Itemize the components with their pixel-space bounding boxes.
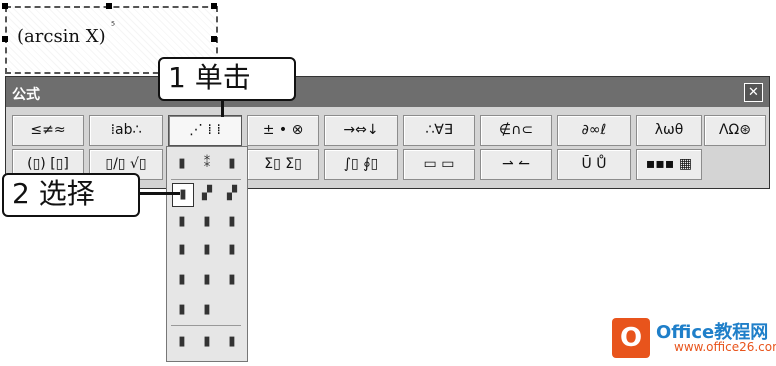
palette-item[interactable]: ▮: [222, 239, 242, 261]
office-logo-icon: O: [612, 318, 650, 358]
watermark-url: www.office26.com: [674, 340, 776, 354]
greek-uppercase-button[interactable]: ΛΩ⊛: [704, 115, 766, 146]
toolbar-title: 公式: [12, 87, 40, 103]
step2-callout: 2 选择: [2, 173, 140, 217]
operator-symbols-button[interactable]: ± • ⊗: [247, 115, 319, 146]
palette-item[interactable]: ▮: [172, 331, 192, 353]
equation-caret: ⁵: [111, 21, 116, 32]
palette-item[interactable]: ▞: [197, 183, 217, 205]
arrow-symbols-button[interactable]: →⇔↓: [324, 115, 398, 146]
labeled-arrow-button[interactable]: ⇀ ↼: [480, 149, 552, 180]
palette-item[interactable]: ▮: [172, 153, 192, 175]
palette-item[interactable]: ▮: [222, 269, 242, 291]
palette-divider: [171, 325, 241, 326]
palette-item[interactable]: ▮: [172, 211, 192, 233]
resize-handle[interactable]: [211, 36, 217, 42]
palette-divider: [171, 179, 241, 180]
misc-symbols-button[interactable]: ∂∞ℓ: [557, 115, 631, 146]
embellishment-palette: ▮ ⁑ ▮ ▮ ▞ ▞ ▮ ▮ ▮ ▮ ▮ ▮ ▮ ▮ ▮ ▮ ▮ ▮ ▮ ▮: [166, 146, 248, 362]
products-set-theory-button[interactable]: Ū Ů: [557, 149, 631, 180]
summation-templates-button[interactable]: Σ▯ Σ▯: [247, 149, 319, 180]
palette-item[interactable]: ▮: [222, 331, 242, 353]
underbar-overbar-button[interactable]: ▭ ▭: [403, 149, 475, 180]
palette-item[interactable]: ▞: [222, 183, 242, 205]
palette-item[interactable]: ▮: [172, 269, 192, 291]
greek-lowercase-button[interactable]: λωθ: [636, 115, 702, 146]
close-button[interactable]: ✕: [744, 83, 763, 102]
resize-handle[interactable]: [211, 3, 217, 9]
relational-symbols-button[interactable]: ≤≠≈: [12, 115, 84, 146]
embellishments-button[interactable]: ⋰ ⁞ ⁞: [168, 115, 242, 146]
palette-item[interactable]: ▮: [222, 211, 242, 233]
toolbar-titlebar[interactable]: 公式 ✕: [6, 77, 769, 107]
palette-item-selected[interactable]: ▮: [172, 183, 194, 207]
palette-item[interactable]: ▮: [172, 239, 192, 261]
palette-item[interactable]: ▮: [197, 331, 217, 353]
step1-callout: 1 单击: [158, 57, 296, 101]
palette-item[interactable]: ▮: [172, 299, 192, 321]
resize-handle[interactable]: [106, 3, 112, 9]
matrix-templates-button[interactable]: ▪▪▪ ▦: [636, 149, 702, 180]
resize-handle[interactable]: [2, 3, 8, 9]
set-theory-button[interactable]: ∉∩⊂: [480, 115, 552, 146]
palette-item[interactable]: ▮: [197, 239, 217, 261]
palette-item[interactable]: ▮: [197, 299, 217, 321]
palette-item[interactable]: ▮: [222, 153, 242, 175]
palette-item[interactable]: ⁑: [197, 153, 217, 175]
equation-text: (arcsin X): [17, 26, 106, 47]
palette-item[interactable]: ▮: [197, 211, 217, 233]
palette-item[interactable]: ▮: [197, 269, 217, 291]
integral-templates-button[interactable]: ∫▯ ∮▯: [324, 149, 398, 180]
resize-handle[interactable]: [2, 36, 8, 42]
spaces-ellipses-button[interactable]: ⁞ab∴: [89, 115, 163, 146]
logical-symbols-button[interactable]: ∴∀∃: [403, 115, 475, 146]
